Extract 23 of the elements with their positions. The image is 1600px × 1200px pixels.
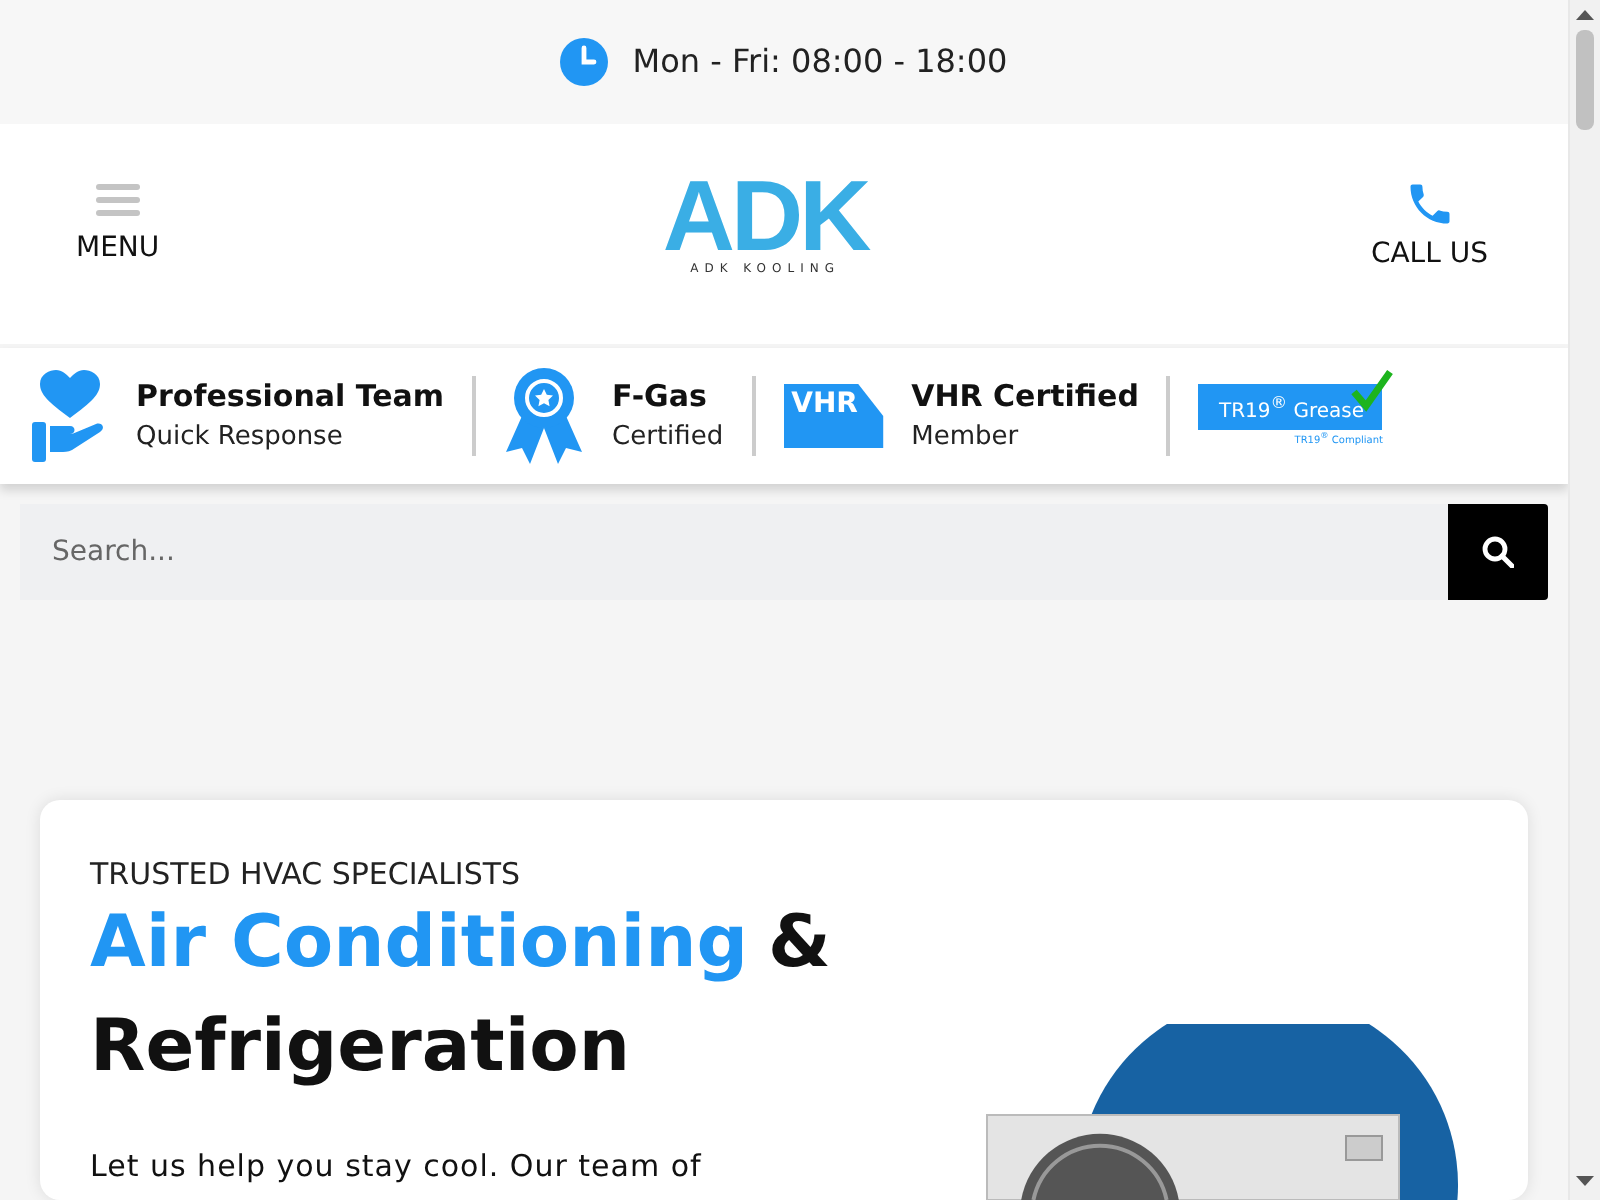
menu-button[interactable]: MENU [76,183,160,264]
opening-hours: Mon - Fri: 08:00 - 18:00 [632,42,1008,81]
tr19-logo-text: TR19$^{®}$ Grease [1198,383,1383,431]
call-us-button[interactable]: CALL US [1370,177,1488,270]
hero-heading-highlight: Air Conditioning [90,900,749,988]
badge-subtitle: Member [911,422,1021,453]
search-button[interactable] [1448,503,1548,600]
badge-title: Professional Team [136,378,445,415]
badge-title: F-Gas [612,378,709,415]
hero-eyebrow: TRUSTED HVAC SPECIALISTS [90,856,521,892]
hero-heading-text: & [768,900,831,988]
search-icon [1482,535,1514,568]
clock-icon [560,37,609,86]
badge-subtitle: Quick Response [136,422,345,453]
vhr-logo: VHR [783,383,884,448]
badge-subtitle: Certified [612,422,724,453]
heart-hand-icon [32,369,108,462]
hero-heading-text: Refrigeration [90,1004,631,1092]
badge-title: VHR Certified [911,378,1139,415]
menu-icon [95,183,140,216]
search-field[interactable]: Search... [20,503,1448,600]
award-ribbon-icon [504,367,585,464]
hero-body-text: Let us help you stay cool. Our team of [90,1148,702,1184]
